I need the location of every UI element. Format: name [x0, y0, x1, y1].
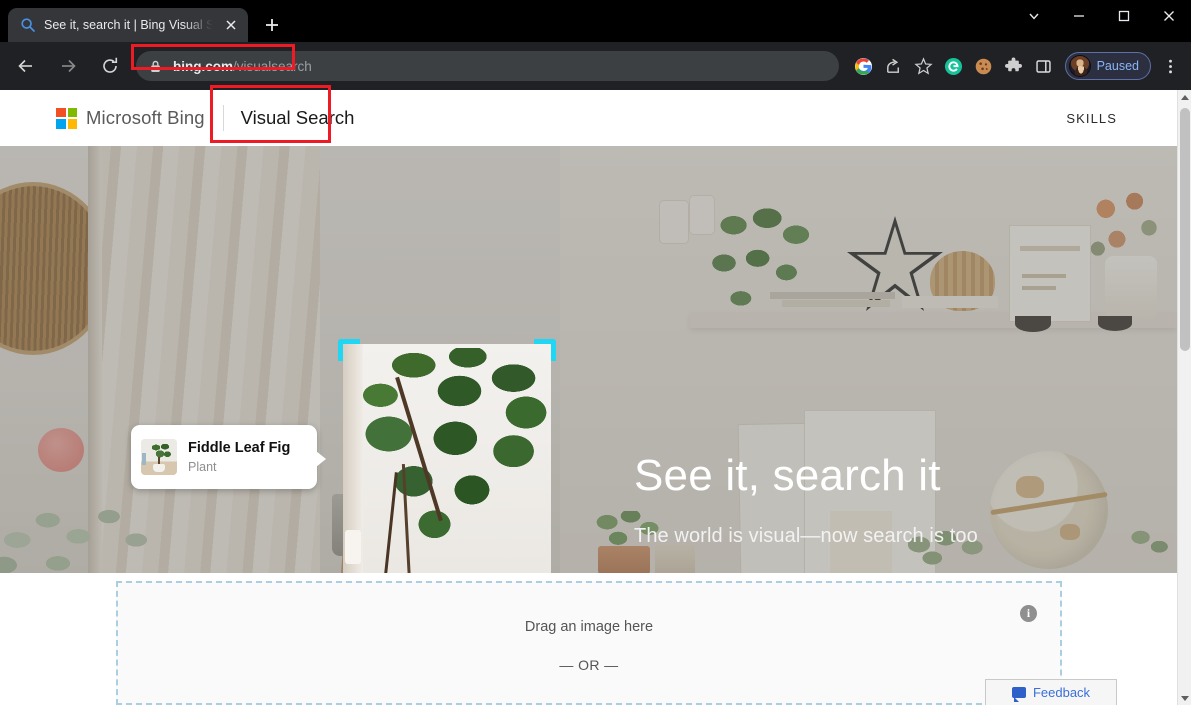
scrollbar-up-arrow-icon[interactable]: [1178, 90, 1191, 104]
hero-banner: Fiddle Leaf Fig Plant See it, search it …: [0, 146, 1177, 573]
feedback-button[interactable]: Feedback: [985, 679, 1117, 705]
maximize-icon[interactable]: [1101, 0, 1146, 32]
url-host: bing.com: [173, 58, 233, 74]
scrollbar-down-arrow-icon[interactable]: [1178, 691, 1191, 705]
address-bar[interactable]: bing.com/visualsearch: [136, 51, 839, 81]
google-icon[interactable]: [849, 51, 879, 81]
result-card-title: Fiddle Leaf Fig: [188, 440, 291, 457]
tab-search-chevron-down-icon[interactable]: [1011, 0, 1056, 32]
hero-text-block: See it, search it The world is visual—no…: [634, 454, 978, 548]
window-controls: [1011, 0, 1191, 32]
page-subtitle: The world is visual—now search is too: [634, 525, 978, 547]
scrollbar-thumb[interactable]: [1180, 108, 1190, 351]
page-scrollbar[interactable]: [1177, 90, 1191, 705]
toolbar-icon-group: Paused: [849, 51, 1185, 81]
fiddle-leaf-fig-thumbnail: [141, 439, 177, 475]
browser-toolbar: bing.com/visualsearch Paused: [0, 42, 1191, 90]
upload-section: Drag an image here — OR — i Feedback: [0, 573, 1177, 705]
extensions-puzzle-icon[interactable]: [999, 51, 1029, 81]
info-icon[interactable]: i: [1020, 605, 1037, 622]
visual-search-selection-box[interactable]: [338, 339, 556, 573]
side-panel-icon[interactable]: [1029, 51, 1059, 81]
nav-link-skills[interactable]: SKILLS: [1066, 111, 1117, 126]
cookie-icon[interactable]: [969, 51, 999, 81]
page-title: See it, search it: [634, 451, 941, 500]
sync-status-label: Paused: [1096, 59, 1139, 73]
selection-corner-top-right[interactable]: [534, 339, 556, 361]
microsoft-bing-logo[interactable]: Microsoft Bing: [56, 107, 205, 129]
avatar: [1068, 55, 1091, 77]
three-dot-menu-icon[interactable]: [1155, 51, 1185, 81]
selection-corner-top-left[interactable]: [338, 339, 360, 361]
page-viewport: Microsoft Bing Visual Search SKILLS Fidd…: [0, 90, 1177, 705]
image-dropzone[interactable]: Drag an image here — OR — i: [116, 581, 1062, 705]
url-path: /visualsearch: [233, 58, 312, 74]
tab-title: See it, search it | Bing Visual Sear: [44, 18, 214, 32]
tab-close-icon[interactable]: [222, 16, 240, 34]
site-header: Microsoft Bing Visual Search SKILLS: [0, 90, 1177, 146]
result-card-text: Fiddle Leaf Fig Plant: [188, 440, 290, 474]
new-tab-button[interactable]: [258, 11, 286, 39]
forward-arrow-icon[interactable]: [53, 51, 83, 81]
browser-titlebar: See it, search it | Bing Visual Sear: [0, 0, 1191, 42]
bookmark-star-icon[interactable]: [909, 51, 939, 81]
profile-status-pill[interactable]: Paused: [1064, 52, 1151, 80]
grammarly-icon[interactable]: [939, 51, 969, 81]
url-text: bing.com/visualsearch: [173, 59, 312, 74]
share-icon[interactable]: [879, 51, 909, 81]
tab-strip: See it, search it | Bing Visual Sear: [0, 0, 286, 42]
back-arrow-icon[interactable]: [11, 51, 41, 81]
lock-icon: [148, 59, 163, 74]
product-label-visual-search[interactable]: Visual Search: [241, 107, 355, 129]
search-icon: [20, 17, 36, 33]
dropzone-or-divider: — OR —: [559, 657, 619, 673]
reload-icon[interactable]: [95, 51, 125, 81]
selection-clear-region: [343, 344, 551, 573]
result-card-subtitle: Plant: [188, 459, 217, 474]
feedback-label: Feedback: [1032, 685, 1091, 700]
browser-tab[interactable]: See it, search it | Bing Visual Sear: [8, 8, 248, 42]
dropzone-instruction: Drag an image here: [524, 619, 654, 635]
feedback-bubble-icon: [1011, 687, 1026, 702]
browser-window: See it, search it | Bing Visual Sear bin…: [0, 0, 1191, 705]
microsoft-squares-icon: [56, 107, 77, 129]
brand-name: Microsoft Bing: [86, 107, 205, 128]
visual-search-result-card[interactable]: Fiddle Leaf Fig Plant: [131, 425, 326, 489]
minimize-icon[interactable]: [1056, 0, 1101, 32]
header-divider: [222, 105, 224, 131]
dim-overlay: [0, 146, 1177, 573]
close-icon[interactable]: [1146, 0, 1191, 32]
